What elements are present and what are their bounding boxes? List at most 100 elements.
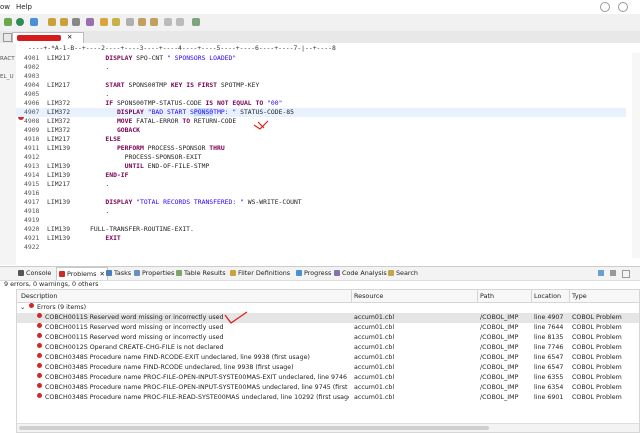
column-header-type[interactable]: Type [572, 292, 587, 300]
code-line[interactable]: 4903 [16, 72, 626, 81]
code-line[interactable]: 4911 LIM139 PERFORM PROCESS-SPONSOR THRU [16, 144, 626, 153]
view-menu-icon[interactable] [610, 270, 616, 276]
menu-item-window[interactable]: ow [0, 3, 10, 11]
problem-path: /COBOL_IMP [480, 394, 519, 401]
maximize-icon[interactable] [622, 270, 630, 278]
forward-icon[interactable] [176, 18, 184, 26]
code-line[interactable]: 4917 LIM139 DISPLAY "TOTAL RECORDS TRANSF… [16, 198, 626, 207]
table-row[interactable]: COBCH0348S Procedure name FIND-RCODE und… [17, 363, 639, 373]
code-line[interactable]: 4918 . [16, 207, 626, 216]
code-line[interactable]: 4910 LIM217 ELSE [16, 135, 626, 144]
code-line[interactable]: 4907 LIM372 DISPLAY "BAD START SPONS0TMP:… [16, 108, 626, 117]
problem-location: line 6354 [534, 384, 564, 391]
code-line[interactable]: 4902 . [16, 63, 626, 72]
code-line[interactable]: 4901 LIM217 DISPLAY SPO-CNT " SPONSORS LO… [16, 54, 626, 63]
code-line[interactable]: 4922 [16, 243, 626, 252]
problem-type: COBOL Problem [572, 394, 622, 401]
tab-search[interactable]: Search [388, 269, 418, 278]
code-text: DISPLAY "BAD START SPONS0TMP: " STATUS-C… [116, 108, 294, 116]
code-line[interactable]: 4920 LIM139 FULL-TRANSFER-ROUTINE-EXIT. [16, 225, 626, 234]
next-edit-icon[interactable] [150, 18, 158, 26]
code-text: . [90, 180, 110, 188]
problem-path: /COBOL_IMP [480, 324, 519, 331]
code-text: EXIT [105, 234, 121, 242]
tab-tasks-label: Tasks [114, 269, 132, 277]
tab-properties-label: Properties [142, 269, 175, 277]
table-row[interactable]: COBCH0348S Procedure name PROC-FILE-OPEN… [17, 373, 639, 383]
chevron-down-icon[interactable]: ⌄ [20, 303, 25, 313]
bookmark-icon[interactable] [100, 18, 108, 26]
minimize-icon[interactable] [600, 2, 610, 12]
code-line[interactable]: 4906 LIM372 IF SPONS00TMP-STATUS-CODE IS … [16, 99, 626, 108]
filter-view-icon[interactable] [598, 270, 604, 276]
tab-filter-definitions[interactable]: Filter Definitions [230, 269, 290, 278]
tab-problems[interactable]: Problems ✕ [56, 267, 108, 280]
code-line[interactable]: 4914 LIM139 END-IF [16, 171, 626, 180]
code-line[interactable]: 4908 LIM372 MOVE FATAL-ERROR TO RETURN-CO… [16, 117, 626, 126]
side-fragment-1: RACT [0, 56, 15, 62]
column-header-path[interactable]: Path [480, 292, 494, 300]
table-row[interactable]: COBCH0011S Reserved word missing or inco… [17, 323, 639, 333]
problem-type: COBOL Problem [572, 384, 622, 391]
sequence-label: LIM217 [47, 54, 71, 62]
tab-tasks[interactable]: Tasks [106, 269, 131, 278]
prev-edit-icon[interactable] [138, 18, 146, 26]
new-icon[interactable] [4, 18, 12, 26]
close-icon[interactable]: ✕ [99, 270, 104, 278]
user-icon[interactable] [618, 2, 628, 12]
code-line[interactable]: 4915 LIM217 . [16, 180, 626, 189]
tab-code-analysis-label: Code Analysis [342, 269, 387, 277]
edit-icon[interactable] [86, 18, 94, 26]
problem-path: /COBOL_IMP [480, 334, 519, 341]
line-number: 4909 [24, 126, 40, 134]
debug-icon[interactable] [30, 18, 38, 26]
back-icon[interactable] [164, 18, 172, 26]
run-icon[interactable] [16, 18, 24, 26]
perspective-icon[interactable] [192, 18, 200, 26]
open-folder-icon[interactable] [48, 18, 56, 26]
marker-icon[interactable] [112, 18, 120, 26]
table-row[interactable]: COBCH0011S Reserved word missing or inco… [17, 313, 639, 323]
column-header-location[interactable]: Location [534, 292, 561, 300]
line-number: 4922 [24, 243, 40, 251]
code-line[interactable]: 4912 PROCESS-SPONSOR-EXIT [16, 153, 626, 162]
redacted-tab-title [17, 35, 61, 41]
table-row[interactable]: COBCH0012S Operand CREATE-CHG-FILE is no… [17, 343, 639, 353]
line-number: 4920 [24, 225, 40, 233]
tab-code-analysis[interactable]: Code Analysis [334, 269, 387, 278]
menu-item-help[interactable]: Help [16, 3, 32, 11]
table-row[interactable]: COBCH0011S Reserved word missing or inco… [17, 333, 639, 343]
close-icon[interactable]: ✕ [67, 33, 72, 41]
code-editor[interactable]: ----+-*A-1-B--+----2----+----3----+----4… [16, 43, 640, 265]
editor-vertical-scrollbar[interactable] [632, 53, 640, 258]
tab-properties[interactable]: Properties [134, 269, 174, 278]
sequence-label: LIM372 [47, 99, 71, 107]
code-text: UNTIL END-OF-FILE-STMP [124, 162, 210, 170]
tab-console[interactable]: Console [18, 269, 51, 278]
table-row[interactable]: COBCH0348S Procedure name PROC-FILE-READ… [17, 393, 639, 403]
table-row[interactable]: COBCH0348S Procedure name FIND-RCODE-EXI… [17, 353, 639, 363]
code-line[interactable]: 4913 LIM139 UNTIL END-OF-FILE-STMP [16, 162, 626, 171]
tab-progress[interactable]: Progress [296, 269, 331, 278]
code-line[interactable]: 4909 LIM372 GOBACK [16, 126, 626, 135]
code-line[interactable]: 4904 LIM217 START SPONS00TMP KEY IS FIRST… [16, 81, 626, 90]
code-line[interactable]: 4905 . [16, 90, 626, 99]
editor-tab-active[interactable]: ✕ [12, 32, 84, 43]
code-line[interactable]: 4919 [16, 216, 626, 225]
table-row[interactable]: COBCH0348S Procedure name PROC-FILE-OPEN… [17, 383, 639, 393]
restore-icon[interactable] [3, 33, 12, 42]
search-icon[interactable] [72, 18, 80, 26]
scrollbar-thumb[interactable] [19, 426, 489, 430]
code-line[interactable]: 4916 [16, 189, 626, 198]
problem-description: COBCH0011S Reserved word missing or inco… [45, 324, 224, 331]
problem-description: COBCH0348S Procedure name PROC-FILE-OPEN… [45, 374, 349, 381]
column-header-resource[interactable]: Resource [354, 292, 383, 300]
problem-resource: accum01.cbl [354, 344, 395, 351]
problems-table[interactable]: Description Resource Path Location Type … [16, 289, 640, 433]
open-file-icon[interactable] [60, 18, 68, 26]
errors-group-row[interactable]: ⌄ Errors (9 items) [17, 303, 639, 313]
undo-icon[interactable] [126, 18, 134, 26]
code-line[interactable]: 4921 LIM139 EXIT [16, 234, 626, 243]
column-header-description[interactable]: Description [21, 292, 57, 300]
tab-table-results[interactable]: Table Results [176, 269, 226, 278]
